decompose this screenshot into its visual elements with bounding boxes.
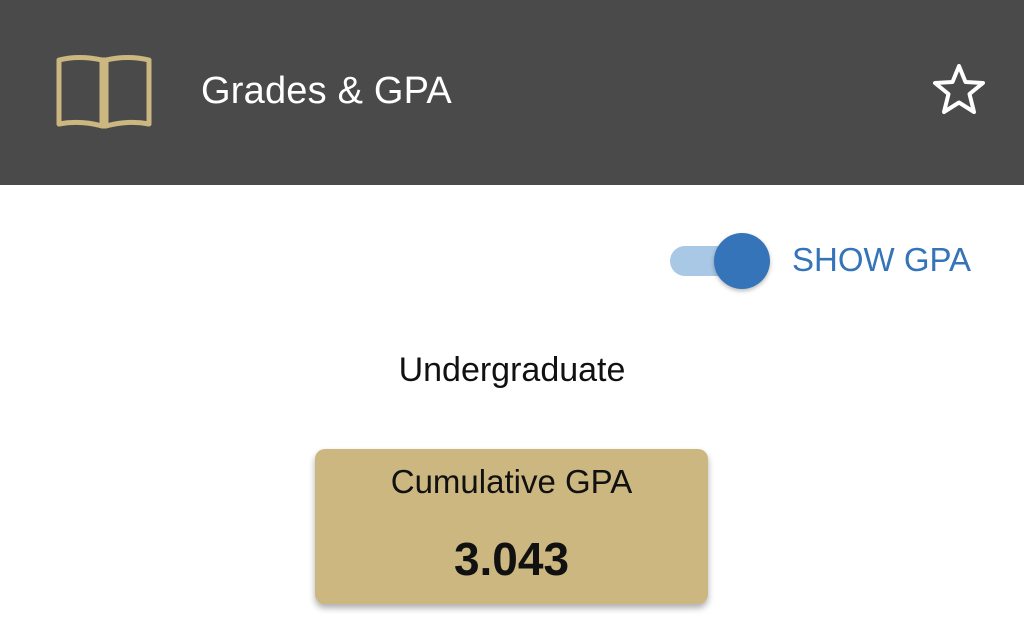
cumulative-gpa-card: Cumulative GPA 3.043 xyxy=(315,449,708,604)
section-title: Undergraduate xyxy=(398,351,626,389)
page-title: Grades & GPA xyxy=(201,70,452,112)
cumulative-gpa-value: 3.043 xyxy=(453,533,570,585)
toggle-thumb[interactable] xyxy=(714,233,770,289)
show-gpa-label[interactable]: SHOW GPA xyxy=(792,238,971,282)
cumulative-gpa-label: Cumulative GPA xyxy=(390,463,633,500)
app-header: Grades & GPA xyxy=(0,0,1024,185)
show-gpa-toggle[interactable]: SHOW GPA xyxy=(670,230,990,290)
star-icon[interactable] xyxy=(930,61,988,117)
grades-gpa-screen: Grades & GPA SHOW GPA Undergraduate Cumu… xyxy=(0,0,1024,639)
book-icon xyxy=(56,55,152,129)
